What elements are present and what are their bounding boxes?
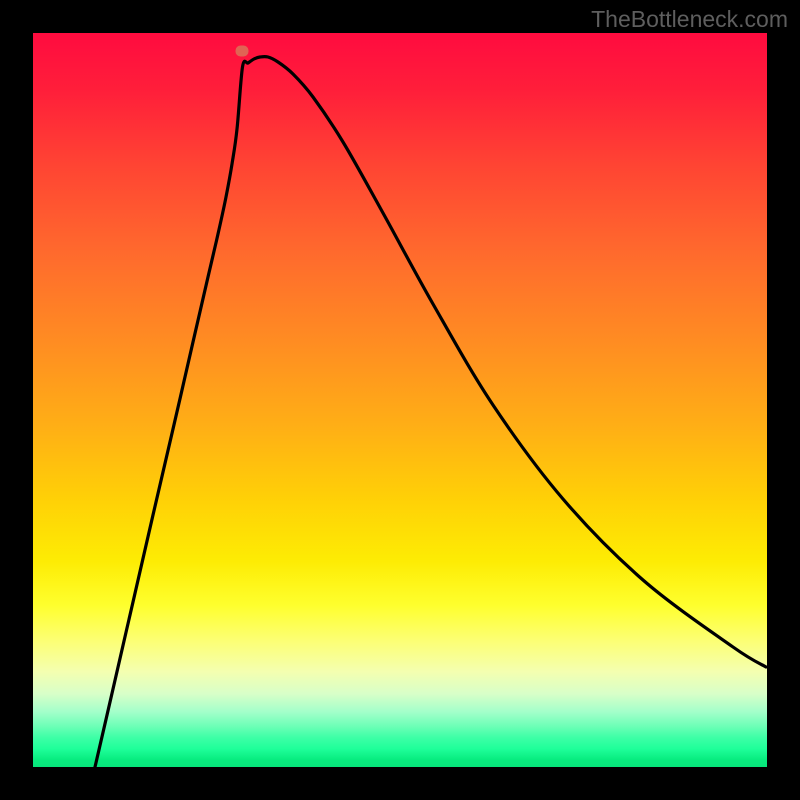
chart-plot-area: [33, 33, 767, 767]
bottleneck-curve: [33, 33, 767, 767]
optimum-marker: [236, 46, 249, 57]
watermark-text: TheBottleneck.com: [591, 6, 788, 33]
